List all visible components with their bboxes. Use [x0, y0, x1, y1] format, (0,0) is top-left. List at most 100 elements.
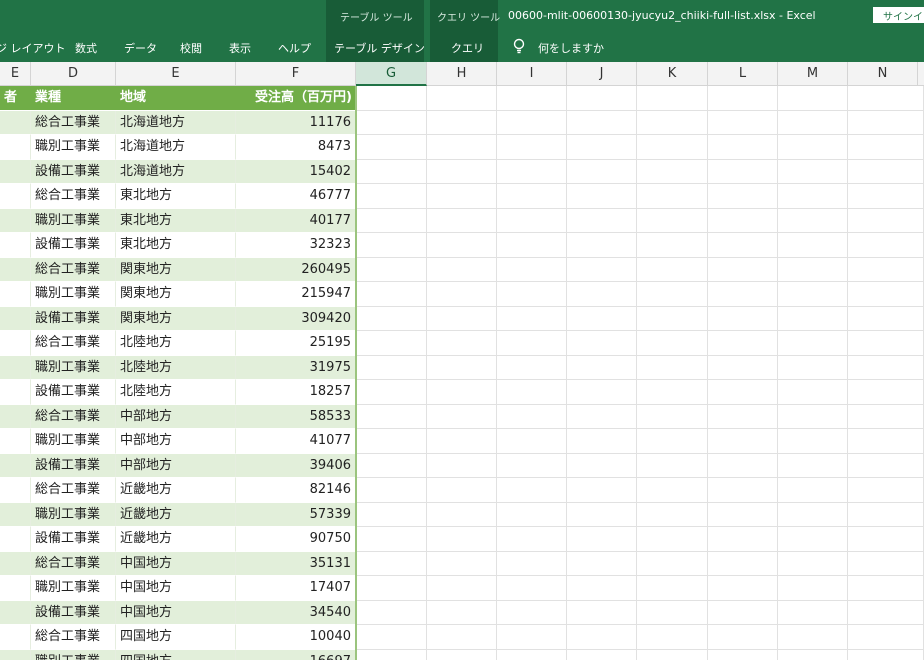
cell-industry[interactable]: 総合工事業 — [31, 331, 116, 356]
empty-cell[interactable] — [637, 429, 708, 454]
empty-cell[interactable] — [637, 625, 708, 650]
cell-c[interactable] — [0, 478, 31, 503]
column-header-m[interactable]: M — [778, 62, 848, 86]
empty-cell[interactable] — [848, 233, 924, 258]
empty-cell[interactable] — [497, 159, 567, 184]
empty-cell[interactable] — [497, 600, 567, 625]
empty-cell[interactable] — [356, 453, 427, 478]
empty-cell[interactable] — [567, 625, 637, 650]
cell-orders[interactable]: 17407 — [236, 576, 356, 601]
empty-cell[interactable] — [637, 576, 708, 601]
column-header-g[interactable]: G — [356, 62, 427, 86]
empty-cell[interactable] — [356, 625, 427, 650]
empty-cell[interactable] — [637, 184, 708, 209]
column-header-n[interactable]: N — [848, 62, 918, 86]
empty-cell[interactable] — [497, 502, 567, 527]
column-header-k[interactable]: K — [637, 62, 708, 86]
cell-industry[interactable]: 職別工事業 — [31, 208, 116, 233]
empty-cell[interactable] — [427, 86, 497, 111]
empty-cell[interactable] — [427, 600, 497, 625]
empty-cell[interactable] — [637, 355, 708, 380]
cell-region[interactable]: 中国地方 — [116, 551, 236, 576]
cell-region[interactable]: 中国地方 — [116, 600, 236, 625]
cell-region[interactable]: 四国地方 — [116, 649, 236, 660]
empty-cell[interactable] — [778, 429, 848, 454]
spreadsheet-grid[interactable]: 者 業種 地域 受注高（百万円) 総合工事業 北海道地方 11176 職別工事業 北海道… — [0, 86, 924, 660]
cell-region[interactable]: 北陸地方 — [116, 331, 236, 356]
empty-cell[interactable] — [708, 649, 778, 660]
empty-cell[interactable] — [637, 551, 708, 576]
cell-region[interactable]: 北海道地方 — [116, 110, 236, 135]
empty-cell[interactable] — [356, 233, 427, 258]
cell-industry[interactable]: 総合工事業 — [31, 404, 116, 429]
empty-cell[interactable] — [427, 551, 497, 576]
empty-cell[interactable] — [427, 649, 497, 660]
cell-industry[interactable]: 設備工事業 — [31, 159, 116, 184]
empty-cell[interactable] — [848, 576, 924, 601]
empty-cell[interactable] — [497, 282, 567, 307]
empty-cell[interactable] — [427, 233, 497, 258]
cell-orders[interactable]: 58533 — [236, 404, 356, 429]
empty-cell[interactable] — [427, 282, 497, 307]
empty-cell[interactable] — [778, 502, 848, 527]
empty-cell[interactable] — [778, 184, 848, 209]
column-header-h[interactable]: H — [427, 62, 497, 86]
cell-c[interactable] — [0, 110, 31, 135]
cell-region[interactable]: 中部地方 — [116, 404, 236, 429]
empty-cell[interactable] — [567, 600, 637, 625]
empty-cell[interactable] — [356, 380, 427, 405]
column-header-f[interactable]: F — [236, 62, 356, 86]
empty-cell[interactable] — [708, 282, 778, 307]
empty-cell[interactable] — [497, 257, 567, 282]
tab-formulas[interactable]: 数式 — [75, 40, 97, 56]
empty-cell[interactable] — [497, 478, 567, 503]
empty-cell[interactable] — [497, 135, 567, 160]
cell-c[interactable] — [0, 355, 31, 380]
cell-region[interactable]: 中国地方 — [116, 576, 236, 601]
cell-industry[interactable]: 総合工事業 — [31, 110, 116, 135]
cell-orders[interactable]: 90750 — [236, 527, 356, 552]
empty-cell[interactable] — [848, 110, 924, 135]
empty-cell[interactable] — [637, 306, 708, 331]
empty-cell[interactable] — [708, 600, 778, 625]
cell-c[interactable] — [0, 625, 31, 650]
empty-cell[interactable] — [708, 110, 778, 135]
cell-c[interactable] — [0, 306, 31, 331]
empty-cell[interactable] — [567, 86, 637, 111]
empty-cell[interactable] — [356, 331, 427, 356]
cell-region[interactable]: 東北地方 — [116, 208, 236, 233]
cell-orders[interactable]: 46777 — [236, 184, 356, 209]
empty-cell[interactable] — [567, 184, 637, 209]
empty-cell[interactable] — [708, 576, 778, 601]
empty-cell[interactable] — [567, 233, 637, 258]
empty-cell[interactable] — [848, 184, 924, 209]
cell-c[interactable] — [0, 551, 31, 576]
empty-cell[interactable] — [637, 282, 708, 307]
empty-cell[interactable] — [567, 331, 637, 356]
cell-industry[interactable]: 設備工事業 — [31, 380, 116, 405]
cell-industry[interactable]: 設備工事業 — [31, 233, 116, 258]
cell-industry[interactable]: 職別工事業 — [31, 576, 116, 601]
empty-cell[interactable] — [778, 625, 848, 650]
empty-cell[interactable] — [427, 380, 497, 405]
empty-cell[interactable] — [848, 159, 924, 184]
cell-region[interactable]: 四国地方 — [116, 625, 236, 650]
cell-orders[interactable]: 8473 — [236, 135, 356, 160]
cell-industry[interactable]: 職別工事業 — [31, 135, 116, 160]
empty-cell[interactable] — [848, 429, 924, 454]
empty-cell[interactable] — [356, 355, 427, 380]
empty-cell[interactable] — [356, 135, 427, 160]
empty-cell[interactable] — [497, 404, 567, 429]
empty-cell[interactable] — [637, 257, 708, 282]
cell-orders[interactable]: 215947 — [236, 282, 356, 307]
cell-region[interactable]: 近畿地方 — [116, 478, 236, 503]
empty-cell[interactable] — [497, 429, 567, 454]
empty-cell[interactable] — [356, 527, 427, 552]
empty-cell[interactable] — [848, 600, 924, 625]
column-header-c[interactable]: E — [0, 62, 31, 86]
cell-orders[interactable]: 10040 — [236, 625, 356, 650]
cell-orders[interactable]: 32323 — [236, 233, 356, 258]
tab-page-layout[interactable]: ジ レイアウト — [0, 40, 66, 56]
cell-c[interactable] — [0, 233, 31, 258]
cell-industry[interactable]: 総合工事業 — [31, 257, 116, 282]
